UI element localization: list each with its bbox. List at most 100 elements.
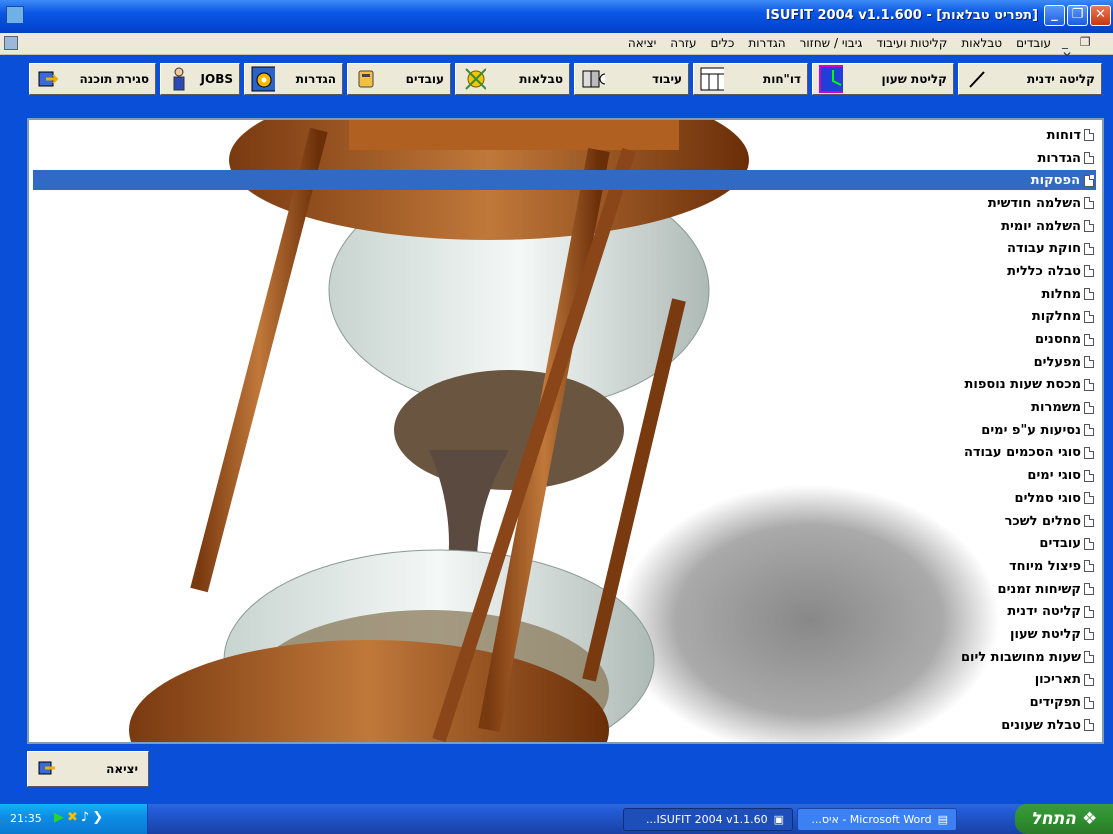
tree-item[interactable]: קליטה ידנית	[959, 600, 1096, 623]
tree-item[interactable]: חוקת עבודה	[959, 237, 1096, 260]
menu-item-tools[interactable]: כלים	[711, 36, 735, 50]
tree-item-label: הגדרות	[1037, 150, 1081, 166]
tree-item-label: מכסת שעות נוספות	[964, 377, 1081, 393]
close-software-label: סגירת תוכנה	[79, 72, 149, 86]
menu-item-tables[interactable]: טבלאות	[961, 36, 1002, 50]
document-icon	[1084, 288, 1094, 301]
tree-item-label: דוחות	[1046, 127, 1081, 143]
manual-entry-label: קליטה ידנית	[1027, 72, 1095, 86]
play-icon[interactable]: ▶	[54, 810, 64, 825]
exit-icon	[38, 759, 56, 780]
tree-item[interactable]: סמלים לשכר	[959, 510, 1096, 533]
tree-item[interactable]: הפסקות	[959, 169, 1096, 192]
clock-import-label: קליטת שעון	[881, 72, 947, 86]
minimize-button[interactable]: _	[1044, 5, 1065, 26]
document-icon	[1084, 537, 1094, 550]
tables-tree: דוחות הגדרות הפסקות השלמה חודשית השלמה יומית…	[959, 124, 1096, 737]
document-icon	[1084, 560, 1094, 573]
menu-item-import-processing[interactable]: קליטות ועיבוד	[876, 36, 947, 50]
menu-item-help[interactable]: עזרה	[670, 36, 696, 50]
tree-item[interactable]: הגדרות	[959, 147, 1096, 170]
document-icon	[1084, 583, 1094, 596]
speaker-icon[interactable]: ♪	[81, 810, 89, 825]
tree-item-label: מפעלים	[1033, 354, 1081, 370]
tree-item[interactable]: קשיחות זמנים	[959, 578, 1096, 601]
hourglass-background-image	[129, 120, 999, 742]
document-icon	[1084, 401, 1094, 414]
expand-tray-icon[interactable]: ❯	[92, 810, 103, 825]
document-icon	[1084, 605, 1094, 618]
employees-button[interactable]: עובדים	[347, 63, 451, 95]
processing-label: עיבוד	[651, 72, 682, 86]
manual-entry-button[interactable]: קליטה ידנית	[958, 63, 1102, 95]
tree-item[interactable]: עובדים	[959, 532, 1096, 555]
tray-icons: ▶ ✖ ♪ ❯	[54, 810, 103, 825]
document-icon	[1084, 628, 1094, 641]
tree-item-label: חוקת עבודה	[1007, 241, 1081, 257]
tree-item[interactable]: השלמה יומית	[959, 215, 1096, 238]
taskbar: 21:35 ▶ ✖ ♪ ❯ ...ISUFIT 2004 v1.1.60 ▣ .…	[0, 804, 1113, 834]
tree-item-label: סמלים לשכר	[1004, 513, 1081, 529]
child-window-icon[interactable]	[4, 36, 18, 50]
tree-item-label: טבלת שעונים	[1001, 717, 1081, 733]
reports-button[interactable]: דו"חות	[693, 63, 808, 95]
app-icon[interactable]	[6, 6, 24, 24]
tree-item[interactable]: פיצול מיוחד	[959, 555, 1096, 578]
exit-button-label: יציאה	[106, 762, 138, 776]
system-tray: 21:35 ▶ ✖ ♪ ❯	[0, 804, 148, 834]
tree-item[interactable]: טבלה כללית	[959, 260, 1096, 283]
clock-icon	[819, 65, 843, 93]
start-label: התחל	[1030, 809, 1076, 829]
tree-item[interactable]: מכסת שעות נוספות	[959, 374, 1096, 397]
tree-item-label: סוגי סמלים	[1014, 490, 1081, 506]
menu-item-employees[interactable]: עובדים	[1016, 36, 1051, 50]
tree-item[interactable]: טבלת שעונים	[959, 714, 1096, 737]
exit-button[interactable]: יציאה	[27, 751, 149, 787]
tree-item-label: קליטת שעון	[1010, 626, 1081, 642]
taskbar-item-isufit-label: ...ISUFIT 2004 v1.1.60	[646, 813, 768, 826]
tree-item[interactable]: מחלות	[959, 283, 1096, 306]
tree-item[interactable]: תפקידים	[959, 691, 1096, 714]
tables-button[interactable]: טבלאות	[455, 63, 570, 95]
tree-item-label: תפקידים	[1029, 695, 1081, 711]
settings-button[interactable]: הגדרות	[244, 63, 343, 95]
tree-item[interactable]: תאריכון	[959, 669, 1096, 692]
processing-icon	[581, 67, 605, 91]
menu-item-exit[interactable]: יציאה	[628, 36, 656, 50]
close-software-button[interactable]: סגירת תוכנה	[29, 63, 156, 95]
tree-item[interactable]: שעות מחושבות ליום	[959, 646, 1096, 669]
tree-item[interactable]: דוחות	[959, 124, 1096, 147]
document-icon	[1084, 242, 1094, 255]
close-button[interactable]: ✕	[1090, 5, 1111, 26]
tree-item[interactable]: מחסנים	[959, 328, 1096, 351]
tree-item[interactable]: מחלקות	[959, 306, 1096, 329]
document-icon	[1084, 220, 1094, 233]
processing-button[interactable]: עיבוד	[574, 63, 689, 95]
menu-item-settings[interactable]: הגדרות	[748, 36, 785, 50]
menu-items: עובדים טבלאות קליטות ועיבוד גיבוי / שחזו…	[628, 36, 1051, 50]
reports-label: דו"חות	[763, 72, 801, 86]
start-button[interactable]: התחל ❖	[1015, 804, 1113, 834]
document-icon	[1084, 174, 1094, 187]
window-title: [תפריט טבלאות] - ISUFIT 2004 v1.1.600	[765, 8, 1038, 23]
tree-item[interactable]: משמרות	[959, 396, 1096, 419]
tree-item[interactable]: סוגי הסכמים עבודה	[959, 442, 1096, 465]
network-icon[interactable]: ✖	[67, 810, 78, 825]
maximize-button[interactable]: ❐	[1067, 5, 1088, 26]
tree-item[interactable]: קליטת שעון	[959, 623, 1096, 646]
tree-item[interactable]: נסיעות ע"פ ימים	[959, 419, 1096, 442]
menu-item-backup-restore[interactable]: גיבוי / שחזור	[800, 36, 863, 50]
tree-item[interactable]: השלמה חודשית	[959, 192, 1096, 215]
taskbar-item-word[interactable]: ...איס - Microsoft Word ▤	[797, 808, 957, 831]
tree-item[interactable]: סוגי ימים	[959, 464, 1096, 487]
tree-item[interactable]: סוגי סמלים	[959, 487, 1096, 510]
tables-menu-panel: דוחות הגדרות הפסקות השלמה חודשית השלמה יומית…	[27, 118, 1104, 744]
tree-item-label: פיצול מיוחד	[1009, 558, 1081, 574]
clock-import-button[interactable]: קליטת שעון	[812, 63, 954, 95]
jobs-button[interactable]: JOBS	[160, 63, 240, 95]
pen-icon	[965, 67, 989, 91]
tree-item[interactable]: מפעלים	[959, 351, 1096, 374]
taskbar-item-isufit[interactable]: ...ISUFIT 2004 v1.1.60 ▣	[623, 808, 793, 831]
document-icon	[1084, 673, 1094, 686]
taskbar-item-word-label: ...איס - Microsoft Word	[811, 813, 932, 826]
